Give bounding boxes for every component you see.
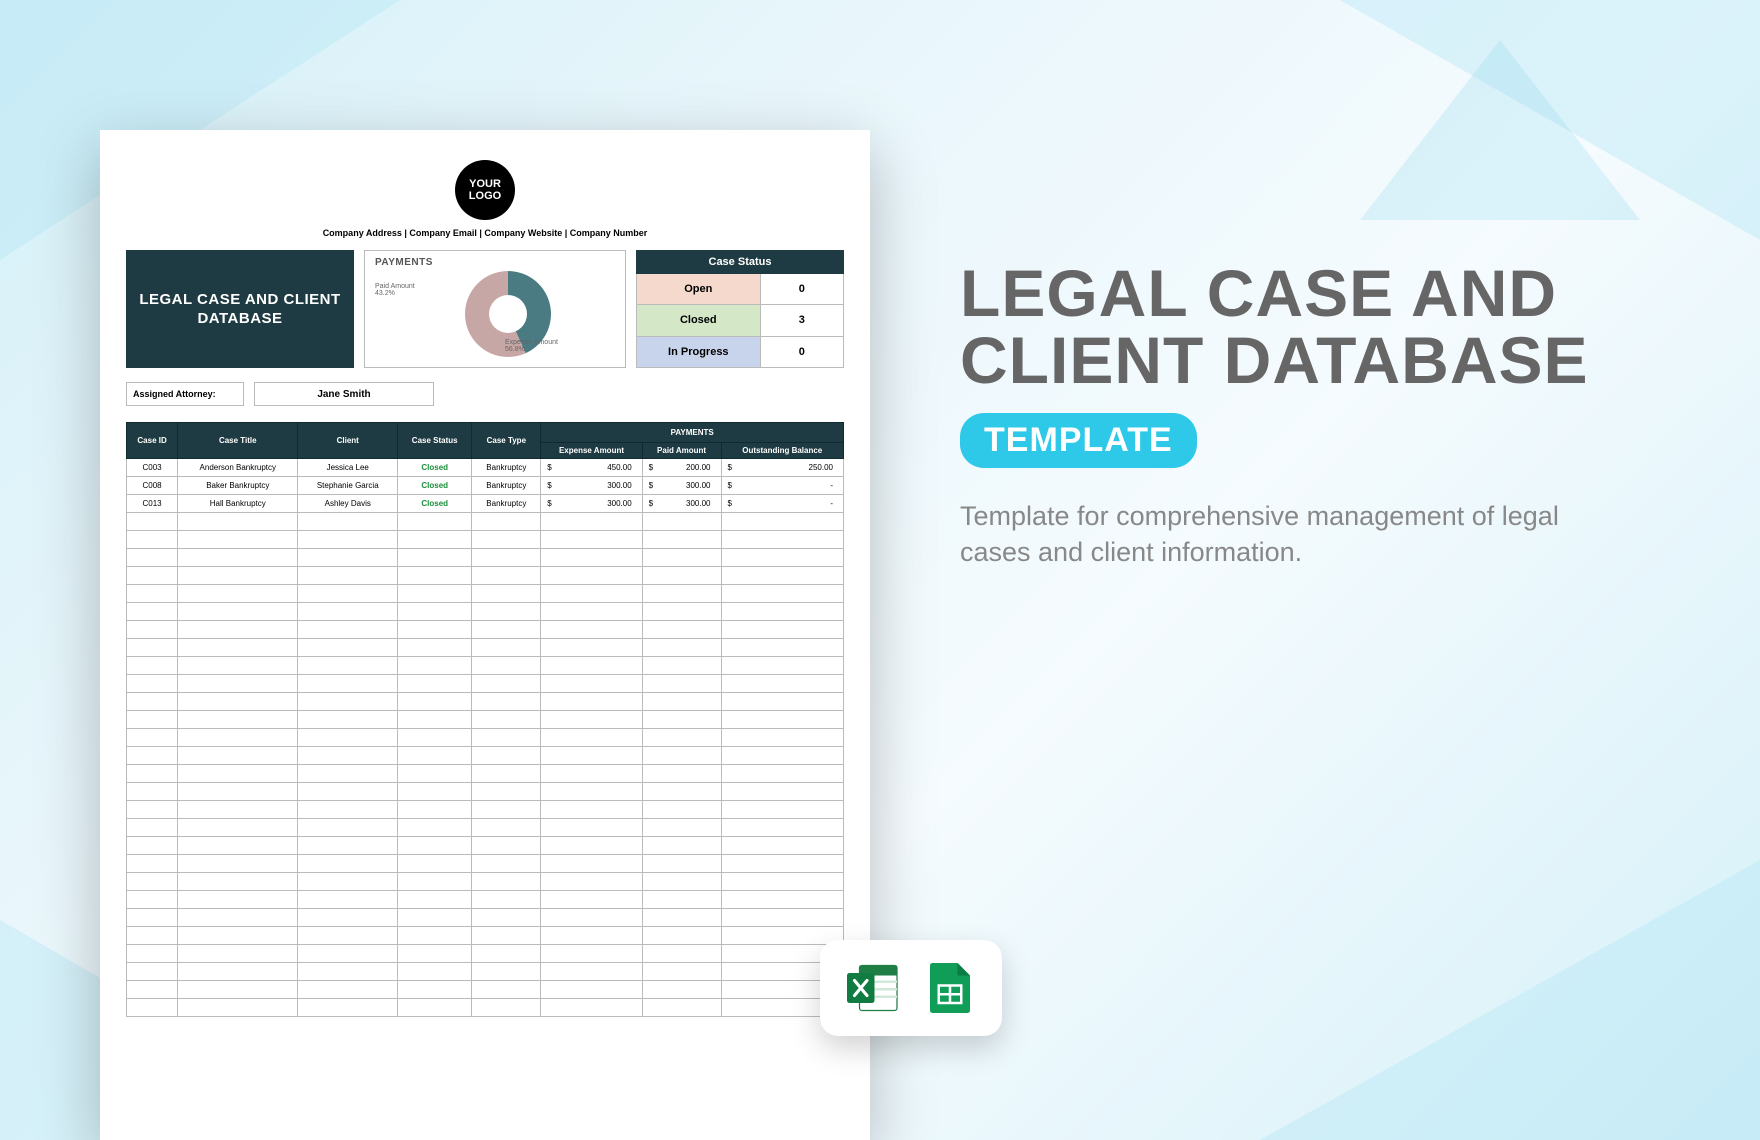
donut-label-paid: Paid Amount43.2% bbox=[375, 283, 415, 297]
table-row-empty bbox=[127, 819, 844, 837]
col-case-id: Case ID bbox=[127, 423, 178, 459]
table-row-empty bbox=[127, 765, 844, 783]
marketing-title: LEGAL CASE AND CLIENT DATABASE bbox=[960, 260, 1610, 395]
attorney-label: Assigned Attorney: bbox=[126, 382, 244, 406]
status-header: Case Status bbox=[636, 250, 844, 274]
company-info-line: Company Address | Company Email | Compan… bbox=[126, 228, 844, 238]
table-row-empty bbox=[127, 675, 844, 693]
table-row-empty bbox=[127, 657, 844, 675]
col-case-title: Case Title bbox=[178, 423, 298, 459]
status-value-inprogress: 0 bbox=[761, 337, 843, 367]
spreadsheet-preview: YOUR LOGO Company Address | Company Emai… bbox=[100, 130, 870, 1140]
attorney-value: Jane Smith bbox=[254, 382, 434, 406]
table-row: C013Hall BankruptcyAshley DavisClosedBan… bbox=[127, 495, 844, 513]
excel-icon bbox=[842, 958, 902, 1018]
logo-placeholder: YOUR LOGO bbox=[455, 160, 515, 220]
payments-chart-title: PAYMENTS bbox=[375, 257, 615, 268]
header-row: LEGAL CASE AND CLIENT DATABASE PAYMENTS … bbox=[126, 250, 844, 368]
table-row-empty bbox=[127, 837, 844, 855]
table-row-empty bbox=[127, 945, 844, 963]
table-body: C003Anderson BankruptcyJessica LeeClosed… bbox=[127, 459, 844, 1017]
table-row-empty bbox=[127, 855, 844, 873]
col-balance: Outstanding Balance bbox=[721, 443, 844, 459]
table-row-empty bbox=[127, 747, 844, 765]
template-badge: TEMPLATE bbox=[960, 413, 1197, 468]
attorney-row: Assigned Attorney: Jane Smith bbox=[126, 382, 844, 406]
document-title: LEGAL CASE AND CLIENT DATABASE bbox=[126, 250, 354, 368]
status-value-closed: 3 bbox=[761, 305, 843, 335]
table-row-empty bbox=[127, 639, 844, 657]
table-row-empty bbox=[127, 963, 844, 981]
table-row-empty bbox=[127, 621, 844, 639]
cases-table: Case ID Case Title Client Case Status Ca… bbox=[126, 422, 844, 1017]
status-label-open: Open bbox=[637, 274, 761, 304]
table-row-empty bbox=[127, 729, 844, 747]
table-row-empty bbox=[127, 693, 844, 711]
status-value-open: 0 bbox=[761, 274, 843, 304]
sheets-icon bbox=[920, 958, 980, 1018]
status-row-inprogress: In Progress 0 bbox=[636, 337, 844, 368]
table-row-empty bbox=[127, 531, 844, 549]
col-paid: Paid Amount bbox=[642, 443, 721, 459]
table-row-empty bbox=[127, 873, 844, 891]
table-row-empty bbox=[127, 585, 844, 603]
marketing-description: Template for comprehensive management of… bbox=[960, 498, 1610, 571]
status-row-closed: Closed 3 bbox=[636, 305, 844, 336]
table-row-empty bbox=[127, 909, 844, 927]
table-row: C008Baker BankruptcyStephanie GarciaClos… bbox=[127, 477, 844, 495]
table-row-empty bbox=[127, 513, 844, 531]
col-case-status: Case Status bbox=[398, 423, 472, 459]
format-icons-box bbox=[820, 940, 1002, 1036]
table-row-empty bbox=[127, 927, 844, 945]
donut-label-expense: Expense Amount56.8% bbox=[505, 339, 558, 353]
case-status-summary: Case Status Open 0 Closed 3 In Progress … bbox=[636, 250, 844, 368]
table-row-empty bbox=[127, 783, 844, 801]
status-label-closed: Closed bbox=[637, 305, 761, 335]
status-row-open: Open 0 bbox=[636, 274, 844, 305]
payments-chart-box: PAYMENTS Paid Amount43.2% Expense Amount… bbox=[364, 250, 626, 368]
col-payments-group: PAYMENTS bbox=[541, 423, 844, 443]
col-case-type: Case Type bbox=[472, 423, 541, 459]
table-row-empty bbox=[127, 999, 844, 1017]
table-row-empty bbox=[127, 567, 844, 585]
status-label-inprogress: In Progress bbox=[637, 337, 761, 367]
table-row-empty bbox=[127, 801, 844, 819]
table-row-empty bbox=[127, 981, 844, 999]
table-row-empty bbox=[127, 549, 844, 567]
table-row-empty bbox=[127, 711, 844, 729]
table-row-empty bbox=[127, 603, 844, 621]
col-client: Client bbox=[298, 423, 398, 459]
marketing-panel: LEGAL CASE AND CLIENT DATABASE TEMPLATE … bbox=[960, 260, 1610, 571]
col-expense: Expense Amount bbox=[541, 443, 642, 459]
table-row: C003Anderson BankruptcyJessica LeeClosed… bbox=[127, 459, 844, 477]
table-row-empty bbox=[127, 891, 844, 909]
